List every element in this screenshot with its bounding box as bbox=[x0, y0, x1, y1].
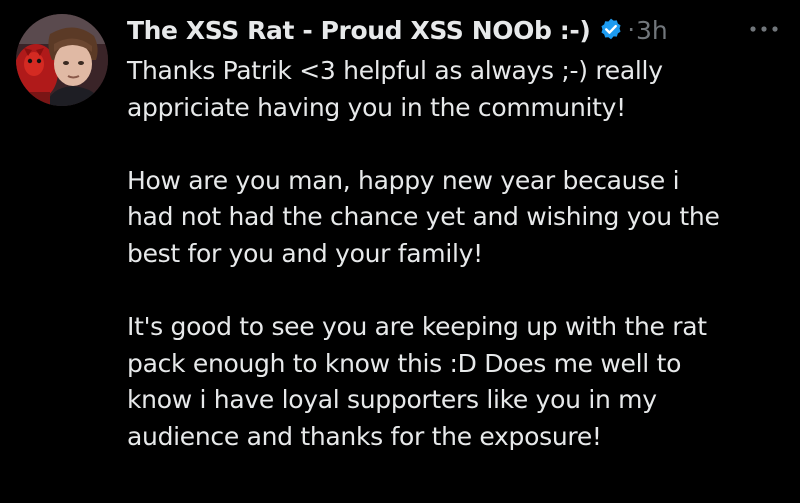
paragraph: How are you man, happy new year because … bbox=[127, 163, 792, 273]
timestamp[interactable]: 3h bbox=[636, 16, 668, 45]
verified-badge-icon bbox=[598, 17, 624, 43]
header-separator: · bbox=[627, 16, 635, 44]
text-line: How are you man, happy new year because … bbox=[127, 165, 680, 195]
text-line: It's good to see you are keeping up with… bbox=[127, 312, 707, 342]
text-line: had not had the chance yet and wishing y… bbox=[127, 202, 720, 232]
paragraph: Thanks Patrik <3 helpful as always ;-) r… bbox=[127, 53, 792, 126]
text-line: know i have loyal supporters like you in… bbox=[127, 385, 657, 415]
text-line: audience and thanks for the exposure! bbox=[127, 421, 602, 451]
tweet-header: The XSS Rat - Proud XSS NOOb :-) · 3h bbox=[127, 10, 668, 50]
text-line: pack enough to know this :D Does me well… bbox=[127, 348, 682, 378]
author-display-name[interactable]: The XSS Rat - Proud XSS NOOb :-) bbox=[127, 16, 591, 45]
text-line: Thanks Patrik <3 helpful as always ;-) r… bbox=[127, 56, 663, 85]
more-options-icon[interactable] bbox=[744, 14, 784, 44]
avatar[interactable] bbox=[16, 14, 108, 106]
tweet: The XSS Rat - Proud XSS NOOb :-) · 3h Th… bbox=[0, 0, 800, 503]
tweet-text: Thanks Patrik <3 helpful as always ;-) r… bbox=[127, 53, 792, 456]
avatar-image bbox=[16, 14, 108, 106]
paragraph: It's good to see you are keeping up with… bbox=[127, 309, 792, 455]
text-line: appriciate having you in the community! bbox=[127, 92, 626, 122]
text-line: best for you and your family! bbox=[127, 238, 483, 268]
